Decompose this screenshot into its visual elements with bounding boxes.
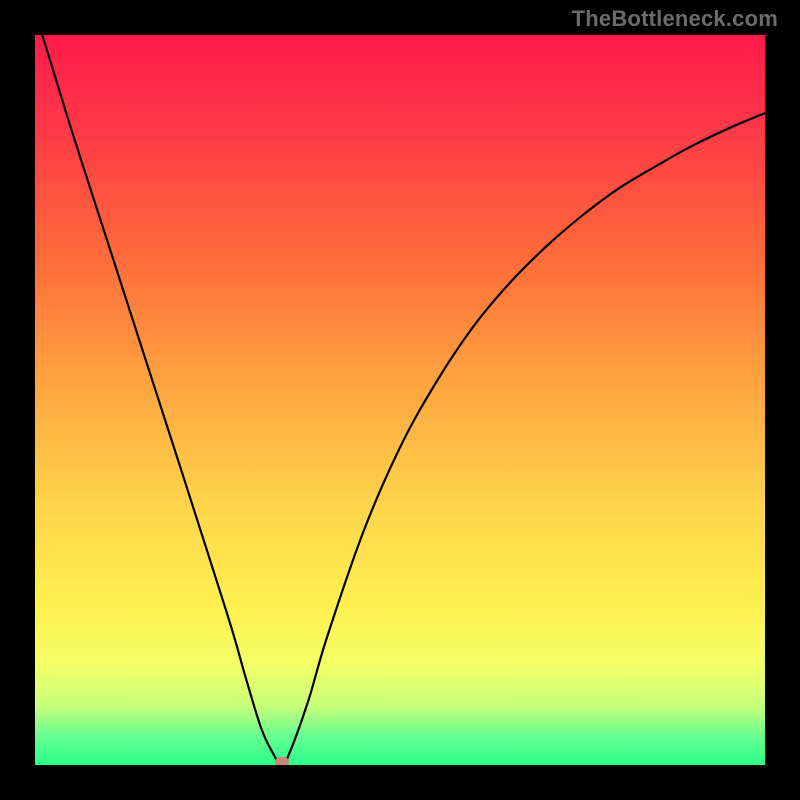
bottleneck-curve <box>35 35 765 765</box>
chart-frame: TheBottleneck.com <box>0 0 800 800</box>
watermark-label: TheBottleneck.com <box>572 6 778 32</box>
plot-area <box>35 35 765 765</box>
minimum-marker <box>275 757 289 765</box>
